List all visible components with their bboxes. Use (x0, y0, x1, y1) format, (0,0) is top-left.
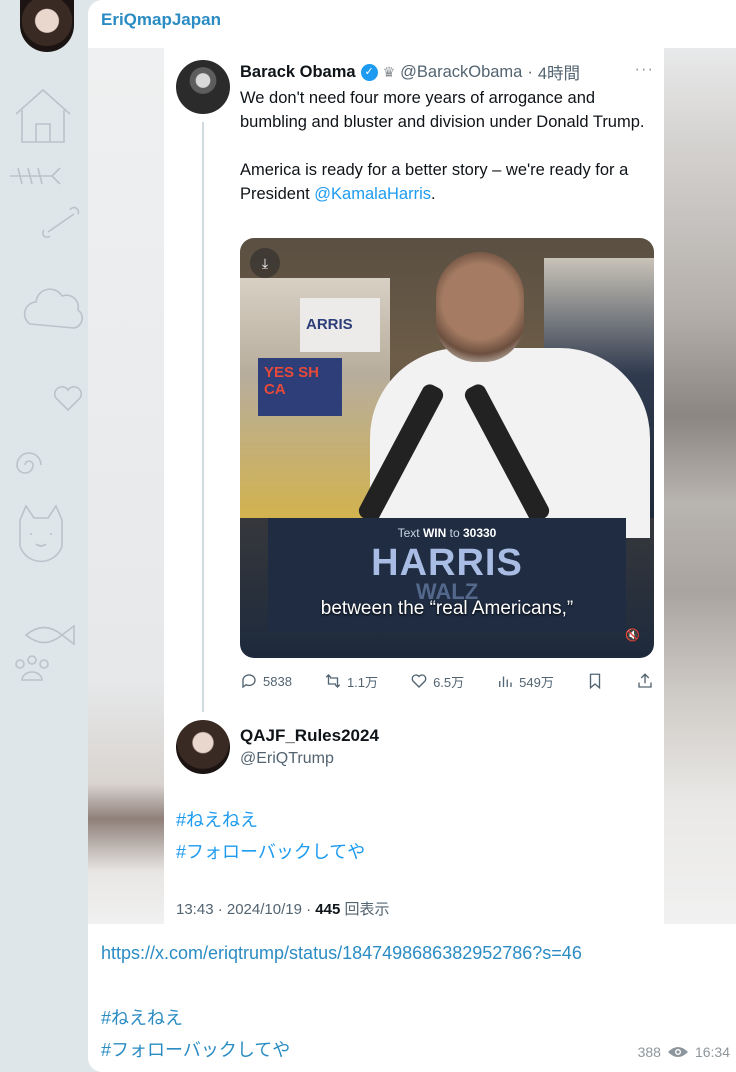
cat-doodle-icon (19, 504, 63, 563)
sender-name[interactable]: EriQmapJapan (101, 10, 221, 30)
podium-mid: to (446, 526, 463, 540)
thread-line (202, 122, 204, 712)
podium-prefix: Text (397, 526, 423, 540)
tweet-screenshot-image[interactable]: Barack Obama ✓ ♛ @BarackObama · 4時間 ··· … (88, 48, 736, 924)
tweet-link[interactable]: https://x.com/eriqtrump/status/184749868… (101, 943, 582, 964)
reply-count: 5838 (263, 673, 292, 689)
tweet-video: ARRIS YES SH CA Text WIN to 30330 HARRIS… (240, 238, 654, 658)
chat-wallpaper (0, 0, 92, 1072)
video-caption: between the “real Americans,” (320, 598, 574, 619)
retweet-action: 1.1万 (324, 672, 378, 691)
quote-view-label: 回表示 (340, 901, 390, 918)
speaker-head (436, 252, 524, 362)
message-hashtag-2[interactable]: #フォローバックしてや (101, 1034, 290, 1066)
house-doodle-icon (15, 88, 71, 143)
bone-doodle-icon (41, 206, 80, 239)
tweet-header: Barack Obama ✓ ♛ @BarackObama · 4時間 ··· (240, 60, 654, 84)
quote-meta: 13:43 · 2024/10/19 · 445 回表示 (176, 898, 389, 919)
podium-number: 30330 (462, 526, 497, 540)
heart-icon (411, 674, 427, 688)
tweet-separator: · (527, 62, 533, 81)
tweet-text: We don't need four more years of arrogan… (240, 86, 658, 230)
mute-icon: 🔇 (625, 628, 640, 642)
share-action (636, 672, 654, 690)
share-icon (638, 673, 652, 688)
views-count: 549万 (519, 674, 554, 690)
tweet-author-name: Barack Obama (240, 62, 356, 81)
tweet-age: 4時間 (537, 65, 581, 83)
retweet-count: 1.1万 (346, 674, 379, 690)
blurred-background-left (88, 48, 164, 924)
reply-action: 5838 (240, 672, 292, 690)
retweet-icon (325, 674, 341, 688)
fish-bone-doodle-icon (10, 167, 61, 185)
harris-shirt-text: ARRIS (300, 298, 380, 352)
heart-doodle-icon (53, 386, 83, 412)
fish-doodle-icon (24, 624, 75, 646)
quote-hashtag-1: #ねえねえ (176, 810, 259, 830)
qajf-avatar (176, 720, 230, 774)
paw-doodle-icon (15, 655, 49, 681)
quote-view-count: 445 (315, 901, 341, 918)
message-hashtags: #ねえねえ #フォローバックしてや (101, 1002, 290, 1066)
sender-avatar[interactable] (20, 0, 74, 52)
like-count: 6.5万 (433, 674, 465, 690)
government-seal-icon: ♛ (382, 63, 396, 80)
mention-link: @KamalaHarris (314, 185, 431, 203)
views-chart-icon (499, 676, 512, 687)
message-time: 16:34 (694, 1044, 730, 1060)
tweet-actions: 5838 1.1万 6.5万 549万 (240, 668, 654, 694)
more-options-icon: ··· (634, 60, 654, 78)
tweet-paragraph-2-end: . (431, 185, 436, 203)
reply-icon (242, 674, 256, 689)
cloud-doodle-icon (23, 288, 83, 329)
obama-avatar (176, 60, 230, 114)
views-action: 549万 (496, 672, 554, 691)
bookmark-action (586, 672, 604, 690)
swirl-doodle-icon (16, 452, 42, 474)
tweet-paragraph-2: America is ready for a better story – we… (240, 158, 658, 206)
bookmark-icon (589, 673, 601, 690)
quote-author-name: QAJF_Rules2024 (240, 726, 379, 745)
quote-author-handle: @EriQTrump (240, 750, 334, 767)
quote-hashtags: #ねえねえ #フォローバックしてや (176, 804, 365, 868)
quote-hashtag-2: #フォローバックしてや (176, 842, 366, 862)
message-view-count: 388 (637, 1044, 661, 1060)
tweet-author-handle: @BarackObama (400, 62, 523, 81)
yes-sign: YES SH CA (258, 358, 342, 416)
tweet-paragraph-1: We don't need four more years of arrogan… (240, 89, 645, 131)
tweet-card: Barack Obama ✓ ♛ @BarackObama · 4時間 ··· … (164, 48, 664, 924)
podium-win: WIN (422, 526, 447, 540)
quote-time-date: 13:43 · 2024/10/19 · (176, 901, 316, 918)
like-action: 6.5万 (410, 672, 464, 691)
message-meta: 388 16:34 (638, 1044, 730, 1060)
verified-badge-icon: ✓ (360, 63, 378, 81)
podium-text-line: Text WIN to 30330 (268, 526, 626, 540)
download-icon: ⤓ (250, 248, 280, 278)
eye-icon (667, 1047, 688, 1057)
message-hashtag-1[interactable]: #ねえねえ (101, 1002, 290, 1034)
blurred-background-right (664, 48, 736, 924)
